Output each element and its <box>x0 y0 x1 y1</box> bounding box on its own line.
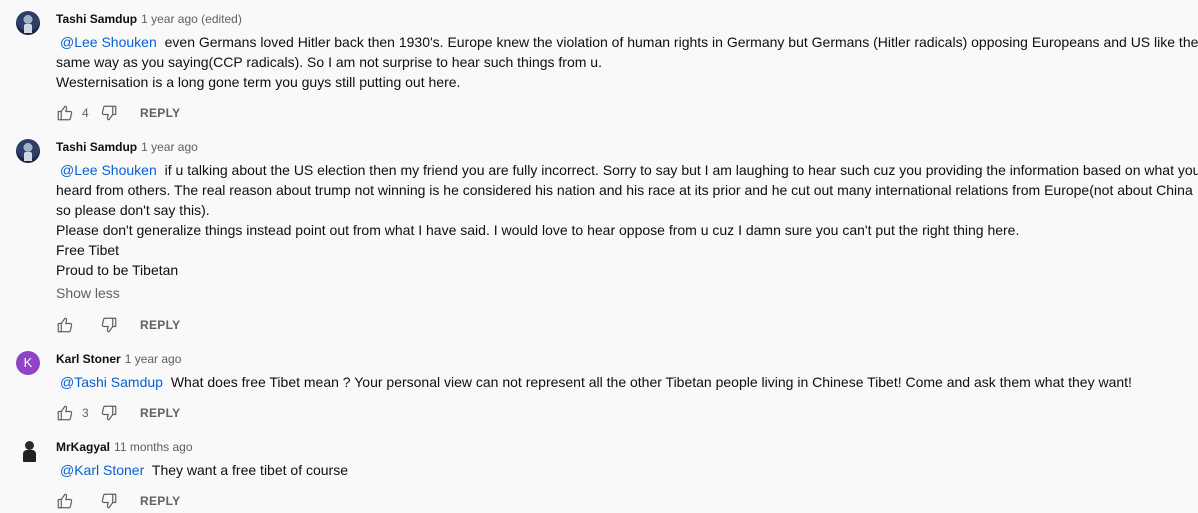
comment-line: Proud to be Tibetan <box>56 262 179 278</box>
timestamp[interactable]: 1 year ago (edited) <box>141 12 242 26</box>
comment-actions: REPLY <box>56 313 180 337</box>
mention-link[interactable]: @Lee Shouken <box>60 162 157 178</box>
comment-text: @Lee Shouken even Germans loved Hitler b… <box>56 32 1198 92</box>
mention-link[interactable]: @Tashi Samdup <box>60 374 163 390</box>
like-icon[interactable] <box>56 316 74 334</box>
comment-line: so please don't say this). <box>56 202 210 218</box>
like-icon[interactable] <box>56 492 74 510</box>
like-count: 3 <box>82 406 89 420</box>
comment-line: Please don't generalize things instead p… <box>56 222 1020 238</box>
comment-line: What does free Tibet mean ? Your persona… <box>170 374 1132 390</box>
like-count: 4 <box>82 106 89 120</box>
timestamp[interactable]: 1 year ago <box>141 140 198 154</box>
dislike-icon[interactable] <box>100 404 118 422</box>
avatar[interactable] <box>16 139 40 163</box>
comment-header: Tashi Samdup 1 year ago <box>56 139 198 155</box>
comment-actions: 4 REPLY <box>56 101 180 125</box>
comment-actions: REPLY <box>56 489 180 513</box>
comment-actions: 3 REPLY <box>56 401 180 425</box>
author-name[interactable]: Karl Stoner <box>56 352 121 366</box>
reply-button[interactable]: REPLY <box>140 406 180 420</box>
show-less-button[interactable]: Show less <box>56 285 120 301</box>
avatar[interactable] <box>16 439 40 463</box>
comment-line: Westernisation is a long gone term you g… <box>56 74 461 90</box>
dislike-icon[interactable] <box>100 492 118 510</box>
author-name[interactable]: MrKagyal <box>56 440 110 454</box>
reply-button[interactable]: REPLY <box>140 106 180 120</box>
timestamp[interactable]: 11 months ago <box>114 440 193 454</box>
comment-text: @Lee Shouken if u talking about the US e… <box>56 160 1198 280</box>
comment-line: if u talking about the US election then … <box>164 162 1198 178</box>
comment-header: Karl Stoner 1 year ago <box>56 351 181 367</box>
timestamp[interactable]: 1 year ago <box>125 352 182 366</box>
comment-line: They want a free tibet of course <box>151 462 348 478</box>
comment-text: @Karl Stoner They want a free tibet of c… <box>56 460 1196 480</box>
dislike-icon[interactable] <box>100 104 118 122</box>
comment-line: even Germans loved Hitler back then 1930… <box>164 34 1198 50</box>
comment-line: same way as you saying(CCP radicals). So… <box>56 54 602 70</box>
like-icon[interactable] <box>56 104 74 122</box>
avatar[interactable] <box>16 11 40 35</box>
comment-line: Free Tibet <box>56 242 120 258</box>
like-icon[interactable] <box>56 404 74 422</box>
comment-header: Tashi Samdup 1 year ago (edited) <box>56 11 242 27</box>
reply-button[interactable]: REPLY <box>140 318 180 332</box>
reply-button[interactable]: REPLY <box>140 494 180 508</box>
comment-line: heard from others. The real reason about… <box>56 182 1193 198</box>
dislike-icon[interactable] <box>100 316 118 334</box>
author-name[interactable]: Tashi Samdup <box>56 140 137 154</box>
author-name[interactable]: Tashi Samdup <box>56 12 137 26</box>
avatar[interactable]: K <box>16 351 40 375</box>
mention-link[interactable]: @Karl Stoner <box>60 462 144 478</box>
comment-header: MrKagyal 11 months ago <box>56 439 193 455</box>
mention-link[interactable]: @Lee Shouken <box>60 34 157 50</box>
comment-text: @Tashi Samdup What does free Tibet mean … <box>56 372 1196 392</box>
